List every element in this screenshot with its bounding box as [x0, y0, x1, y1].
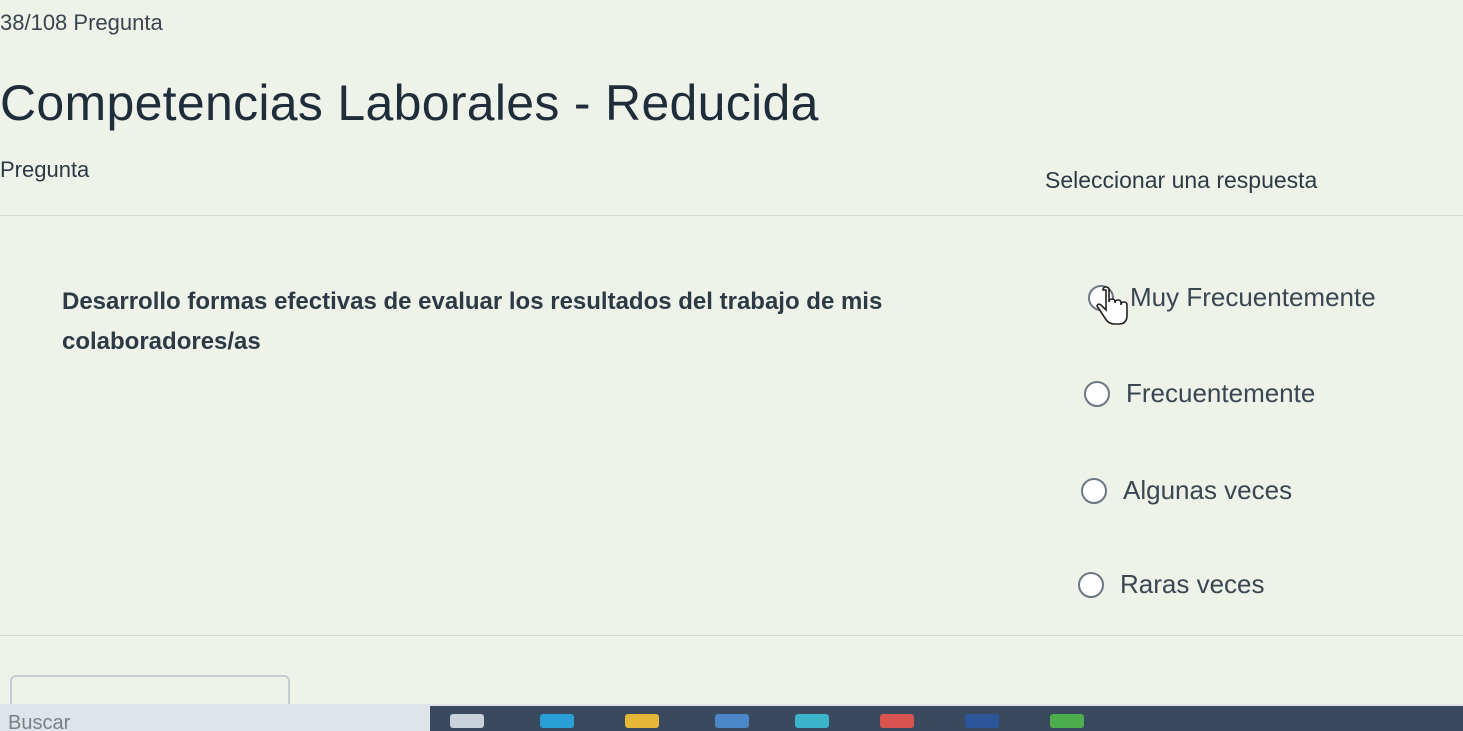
- option-label: Algunas veces: [1123, 475, 1293, 505]
- question-text: Desarrollo formas efectivas de evaluar l…: [62, 288, 883, 355]
- hand-cursor-icon: [1096, 286, 1128, 325]
- store-icon[interactable]: [715, 714, 749, 728]
- answer-column-header: Seleccionar una respuesta: [1045, 167, 1318, 193]
- question-progress: 38/108 Pregunta: [0, 10, 163, 35]
- folder-icon[interactable]: [625, 714, 659, 728]
- chrome-icon[interactable]: [880, 714, 914, 728]
- option-algunas-veces[interactable]: Algunas veces: [1081, 475, 1292, 506]
- option-label: Frecuentemente: [1126, 378, 1316, 408]
- word-icon[interactable]: [965, 714, 999, 728]
- bottom-panel: [10, 675, 290, 705]
- option-label: Raras veces: [1120, 569, 1265, 599]
- mail-icon[interactable]: [795, 714, 829, 728]
- option-muy-frecuentemente[interactable]: Muy Frecuentemente: [1088, 282, 1376, 313]
- option-label: Muy Frecuentemente: [1130, 282, 1376, 312]
- page-title: Competencias Laborales - Reducida: [0, 75, 819, 131]
- radio-button[interactable]: [1078, 571, 1104, 598]
- taskbar-search[interactable]: Buscar: [8, 712, 70, 731]
- media-icon[interactable]: [1050, 714, 1084, 728]
- option-raras-veces[interactable]: Raras veces: [1078, 569, 1265, 600]
- question-column-header: Pregunta: [0, 157, 90, 182]
- windows-taskbar: Buscar: [0, 704, 1463, 731]
- radio-button[interactable]: [1081, 477, 1107, 504]
- file-explorer-icon[interactable]: [450, 714, 484, 728]
- option-frecuentemente[interactable]: Frecuentemente: [1084, 378, 1315, 409]
- table-header: Pregunta Seleccionar una respuesta: [0, 155, 1463, 216]
- edge-icon[interactable]: [540, 714, 574, 728]
- taskbar-icons: [430, 706, 1463, 731]
- radio-button[interactable]: [1084, 380, 1110, 407]
